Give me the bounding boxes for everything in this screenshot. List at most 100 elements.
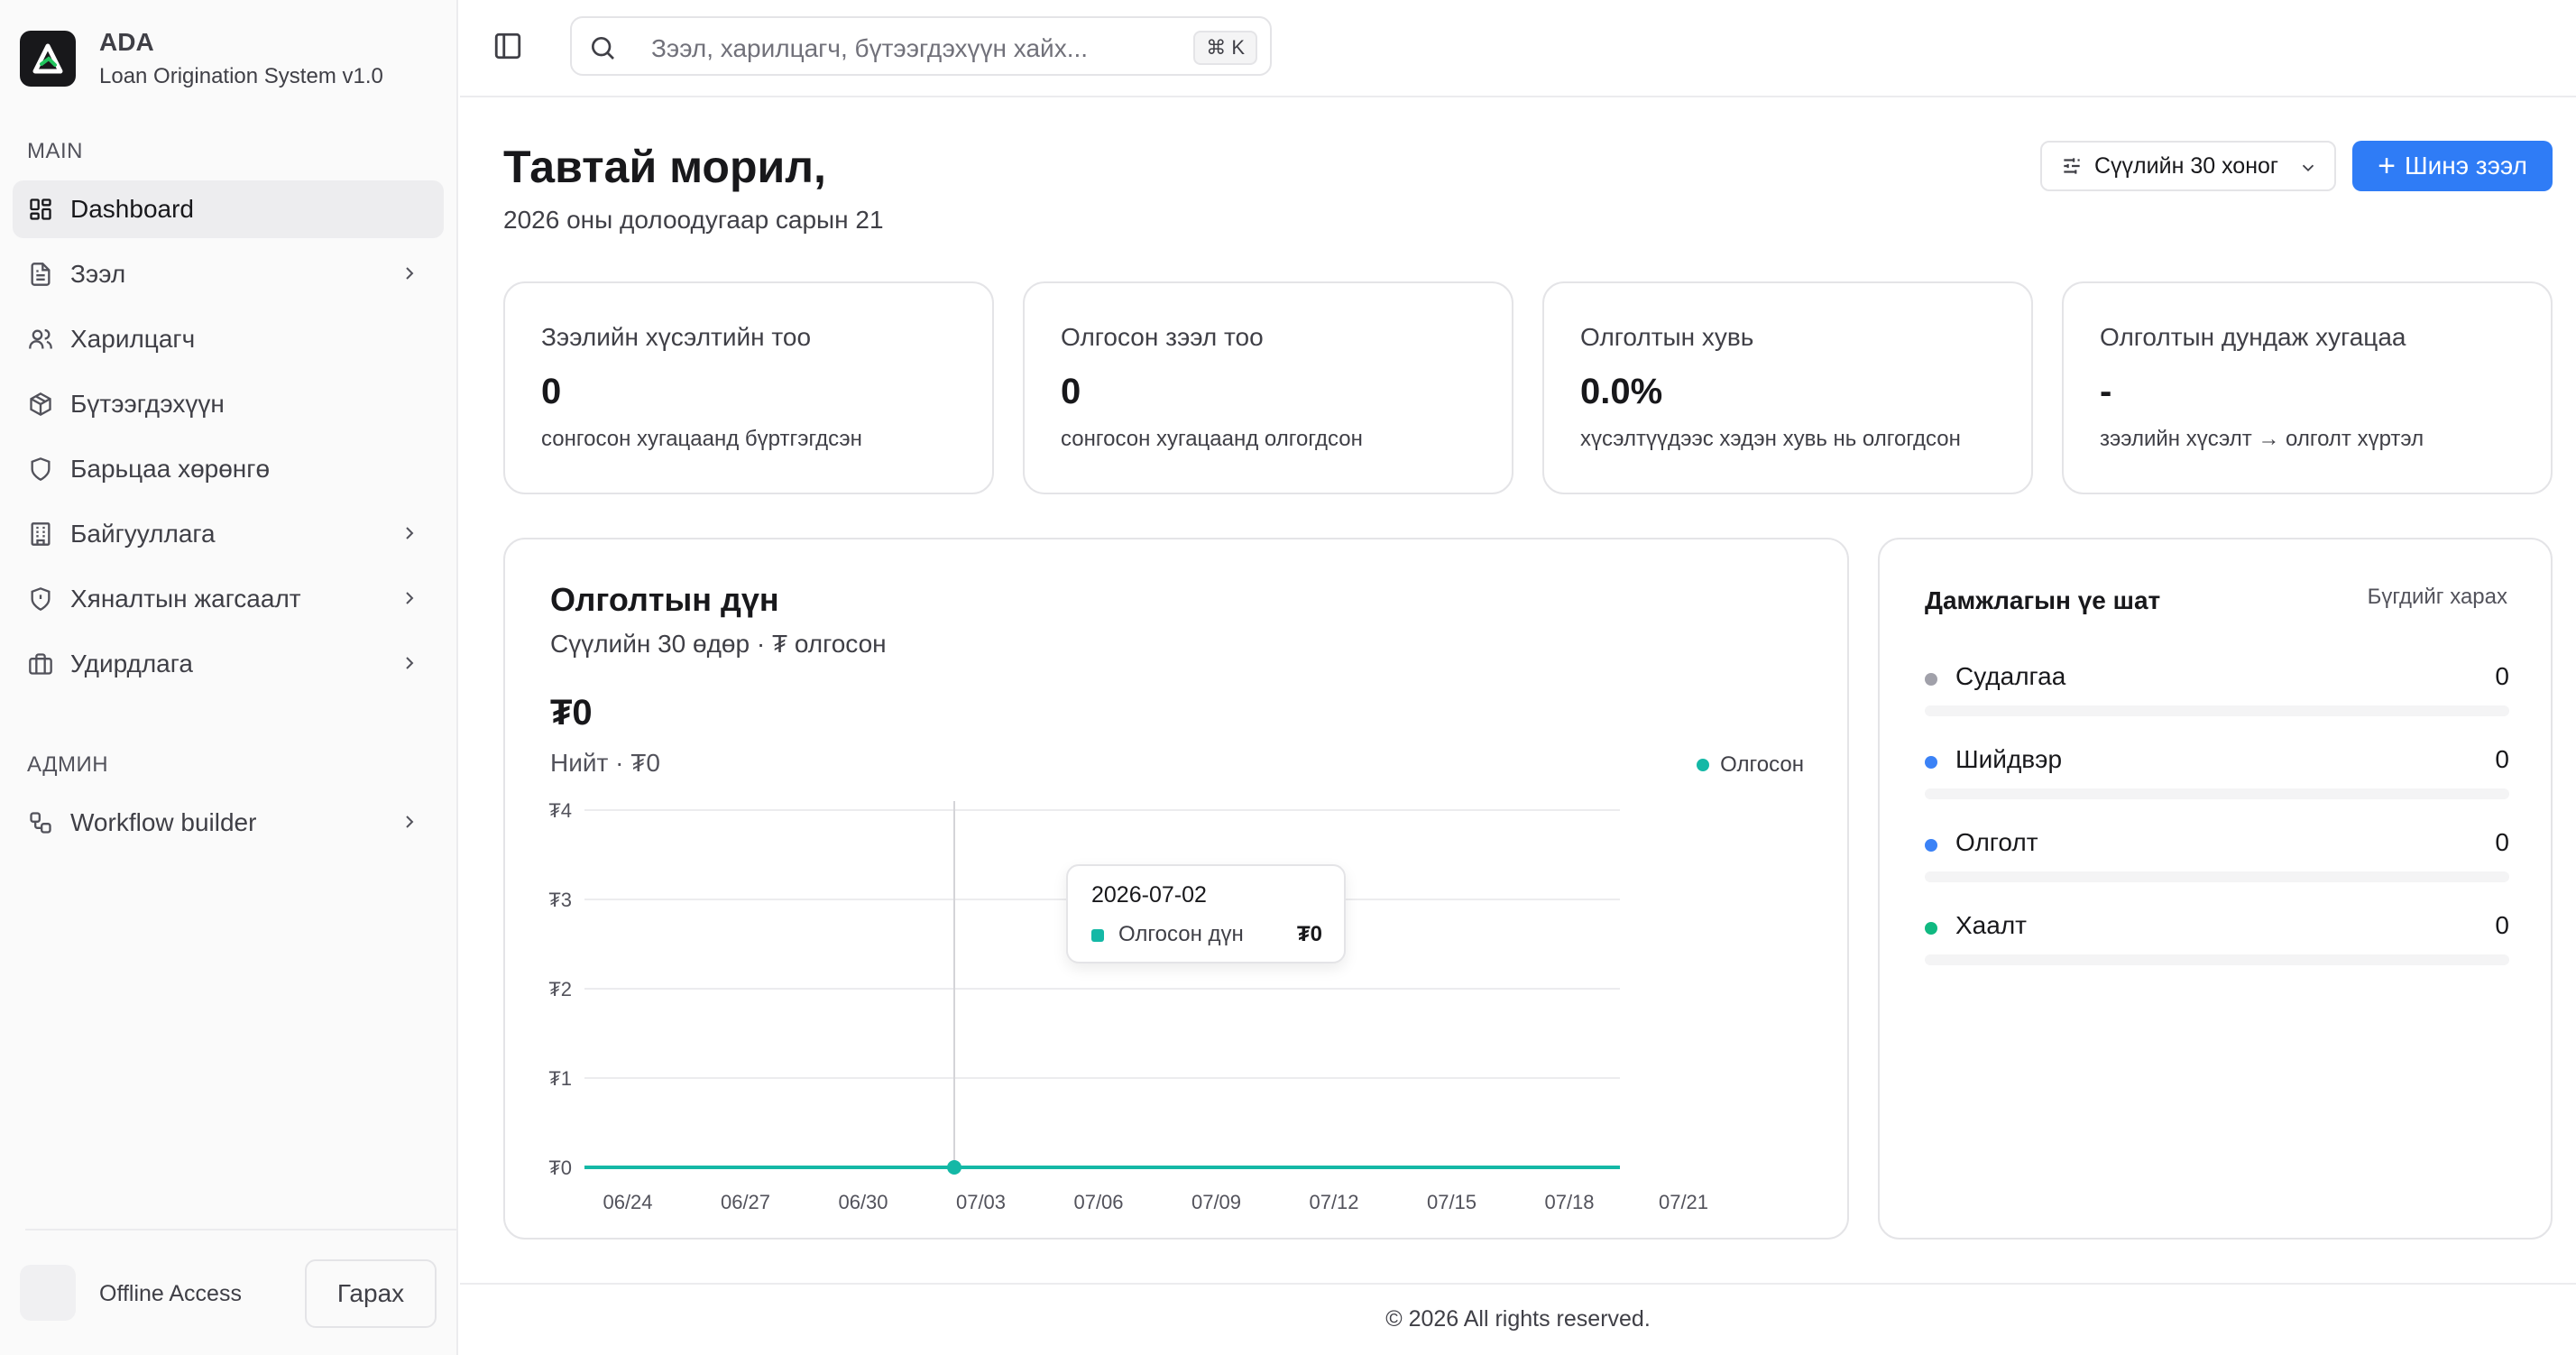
new-loan-button[interactable]: + Шинэ зээл (2352, 141, 2553, 191)
building-icon (27, 521, 54, 548)
highlight-point (947, 1160, 961, 1175)
sliders-icon (2064, 158, 2080, 174)
kpi-title: Зээлийн хүсэлтийн тоо (541, 323, 812, 351)
x-tick-label: 07/21 (1659, 1191, 1708, 1213)
avatar (20, 1265, 76, 1321)
stage-progress-bar (1925, 954, 2509, 965)
x-tick-label: 06/24 (603, 1191, 652, 1213)
kpi-title: Олголтын хувь (1580, 323, 1754, 351)
sidebar-item-customers[interactable]: Харилцагч (13, 310, 444, 368)
sidebar-item-label: Dashboard (70, 195, 194, 223)
y-tick-label: ₮1 (548, 1067, 572, 1090)
x-tick-label: 06/27 (721, 1191, 770, 1213)
sidebar-toggle-icon[interactable] (492, 31, 523, 61)
pipeline-stage-closing[interactable]: Хаалт 0 (1925, 908, 2509, 965)
view-all-link[interactable]: Бүгдийг харах (2368, 585, 2507, 610)
stage-name: Шийдвэр (1955, 745, 2063, 773)
disbursement-chart-card: Олголтын дүн Сүүлийн 30 өдөр · ₮ олгосон… (503, 538, 1849, 1240)
tooltip-swatch (1091, 929, 1104, 942)
kpi-value: 0 (1061, 372, 1081, 411)
sidebar-item-label: Хяналтын жагсаалт (70, 585, 301, 613)
stage-dot (1925, 673, 1937, 686)
pipeline-card: Дамжлагын үе шат Бүгдийг харах Судалгаа … (1878, 538, 2553, 1240)
y-tick-label: ₮3 (548, 889, 572, 911)
page-title: Тавтай морил, (503, 142, 826, 192)
kpi-value: 0 (541, 372, 562, 411)
kpi-value: - (2100, 372, 2112, 411)
kpi-card-rate: Олголтын хувь 0.0% хүсэлтүүдээс хэдэн ху… (1542, 281, 2033, 494)
x-tick-label: 07/15 (1427, 1191, 1477, 1213)
sidebar-item-organization[interactable]: Байгууллага (13, 505, 444, 563)
search-placeholder: Зээл, харилцагч, бүтээгдэхүүн хайх... (651, 34, 1089, 62)
stage-dot (1925, 839, 1937, 852)
period-label: Сүүлийн 30 хоног (2094, 152, 2279, 179)
sidebar-item-label: Байгууллага (70, 520, 216, 548)
search-icon (592, 37, 614, 60)
x-tick-label: 06/30 (838, 1191, 888, 1213)
briefcase-icon (27, 650, 54, 678)
stage-name: Олголт (1955, 828, 2038, 856)
sidebar-item-loans[interactable]: Зээл (13, 245, 444, 303)
sidebar-item-label: Харилцагч (70, 325, 196, 353)
x-tick-label: 07/12 (1309, 1191, 1358, 1213)
sidebar-item-label: Барьцаа хөрөнгө (70, 455, 271, 483)
kpi-title: Олгосон зээл тоо (1061, 323, 1264, 351)
tooltip-date: 2026-07-02 (1091, 882, 1207, 908)
search-input[interactable]: Зээл, харилцагч, бүтээгдэхүүн хайх... ⌘ … (570, 16, 1272, 76)
x-tick-label: 07/09 (1191, 1191, 1241, 1213)
stage-dot (1925, 922, 1937, 935)
document-icon (27, 261, 54, 288)
kpi-value: 0.0% (1580, 372, 1663, 411)
kpi-note: сонгосон хугацаанд олгогдсон (1061, 427, 1363, 451)
tooltip-value: ₮0 (1296, 922, 1322, 946)
logout-button[interactable]: Гарах (305, 1259, 437, 1328)
sidebar-item-label: Бүтээгдэхүүн (70, 390, 225, 418)
brand[interactable]: ADA Loan Origination System v1.0 (20, 27, 383, 90)
sidebar-item-dashboard[interactable]: Dashboard (13, 180, 444, 238)
pipeline-stage-decision[interactable]: Шийдвэр 0 (1925, 742, 2509, 799)
kpi-card-avg-time: Олголтын дундаж хугацаа - зээлийн хүсэлт… (2062, 281, 2553, 494)
users-icon (27, 326, 54, 353)
kpi-card-requests: Зээлийн хүсэлтийн тоо 0 сонгосон хугацаа… (503, 281, 994, 494)
brand-name: ADA (99, 28, 154, 56)
kpi-card-disbursed: Олгосон зээл тоо 0 сонгосон хугацаанд ол… (1023, 281, 1513, 494)
x-tick-label: 07/18 (1544, 1191, 1594, 1213)
chevron-right-icon (406, 657, 414, 669)
workflow-icon (27, 809, 54, 836)
page-date: 2026 оны долоодугаар сарын 21 (503, 206, 884, 234)
footer-divider (460, 1283, 2576, 1285)
kpi-note: хүсэлтүүдээс хэдэн хувь нь олгогдсон (1580, 427, 1961, 451)
kpi-title: Олголтын дундаж хугацаа (2100, 323, 2406, 351)
sidebar-item-label: Зээл (70, 260, 126, 288)
kpi-note: сонгосон хугацаанд бүртгэгдсэн (541, 427, 862, 451)
sidebar-item-collateral[interactable]: Барьцаа хөрөнгө (13, 440, 444, 498)
stage-name: Судалгаа (1955, 662, 2066, 690)
period-select[interactable]: Сүүлийн 30 хоног (2040, 141, 2336, 191)
footer-text: © 2026 All rights reserved. (1385, 1306, 1651, 1332)
sidebar-item-workflow-builder[interactable]: Workflow builder (13, 794, 444, 852)
pipeline-stage-disbursement[interactable]: Олголт 0 (1925, 825, 2509, 882)
tooltip-label: Олгосон дүн (1118, 922, 1244, 946)
sidebar-item-watchlist[interactable]: Хяналтын жагсаалт (13, 570, 444, 628)
y-tick-label: ₮0 (548, 1157, 572, 1179)
shield-alert-icon (27, 585, 54, 613)
offline-access-label: Offline Access (99, 1281, 242, 1306)
stage-count: 0 (2495, 828, 2509, 856)
section-label-main: MAIN (27, 139, 83, 163)
stage-count: 0 (2495, 911, 2509, 939)
chevron-right-icon (406, 527, 414, 539)
pipeline-stage-research[interactable]: Судалгаа 0 (1925, 659, 2509, 716)
sidebar-item-management[interactable]: Удирдлага (13, 635, 444, 693)
x-tick-label: 07/03 (956, 1191, 1006, 1213)
stage-count: 0 (2495, 662, 2509, 690)
sidebar-item-products[interactable]: Бүтээгдэхүүн (13, 375, 444, 433)
chevron-down-icon (2302, 164, 2314, 172)
ada-logo (20, 31, 76, 87)
stage-progress-bar (1925, 871, 2509, 882)
topbar: Зээл, харилцагч, бүтээгдэхүүн хайх... ⌘ … (460, 0, 2576, 97)
y-tick-label: ₮2 (548, 978, 572, 1000)
chart-tooltip: 2026-07-02 Олгосон дүн ₮0 (1066, 864, 1346, 963)
chevron-right-icon (406, 816, 414, 828)
shortcut-badge: ⌘ K (1193, 31, 1257, 65)
stage-dot (1925, 756, 1937, 769)
